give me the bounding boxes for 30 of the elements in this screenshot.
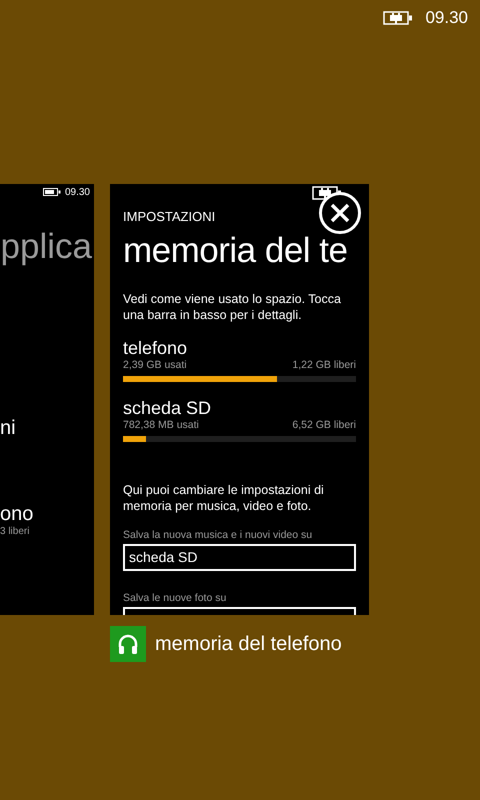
list-item-detail: 3 liberi bbox=[0, 525, 30, 539]
close-button[interactable] bbox=[319, 192, 361, 234]
storage-name: telefono bbox=[123, 338, 188, 358]
description-text: Vedi come viene usato lo spazio. Tocca una barra in basso per i dettagli. bbox=[123, 290, 342, 323]
field-label: Salva la nuova musica e i nuovi video su bbox=[123, 528, 314, 542]
storage-item[interactable]: scheda SD 782,38 MB usati 6,52 GB liberi bbox=[123, 398, 356, 442]
list-item-title: ono bbox=[0, 504, 34, 524]
app-card[interactable] bbox=[110, 184, 369, 615]
free-text: 1,22 GB liberi bbox=[292, 358, 356, 372]
section-label: IMPOSTAZIONI bbox=[123, 210, 216, 223]
description-text: Qui puoi cambiare le impostazioni di memoria per musica, video e foto. bbox=[123, 482, 325, 514]
app-tile[interactable] bbox=[110, 626, 146, 662]
list-item-title: ni bbox=[0, 418, 17, 438]
free-text: 6,52 GB liberi bbox=[292, 418, 356, 432]
battery-charging-icon bbox=[383, 11, 414, 25]
field-label: Salva le nuove foto su bbox=[123, 590, 228, 605]
page-title: pplica bbox=[0, 226, 93, 268]
used-text: 2,39 GB usati bbox=[123, 358, 187, 372]
dropdown-field[interactable]: scheda SD bbox=[123, 544, 356, 571]
app-name: memoria del telefono bbox=[155, 632, 342, 657]
previous-app-card[interactable]: 09.30 pplica ni ono 3 liberi bbox=[0, 184, 94, 615]
battery-icon bbox=[42, 188, 61, 196]
clock-text: 09.30 bbox=[64, 186, 90, 200]
clock-text: 09.30 bbox=[425, 7, 468, 30]
storage-name: scheda SD bbox=[123, 398, 212, 418]
close-icon bbox=[330, 203, 350, 223]
used-text: 782,38 MB usati bbox=[123, 418, 199, 432]
headphones-icon bbox=[116, 632, 140, 656]
storage-item[interactable]: telefono 2,39 GB usati 1,22 GB liberi bbox=[123, 338, 356, 382]
page-title: memoria del te bbox=[123, 230, 348, 272]
